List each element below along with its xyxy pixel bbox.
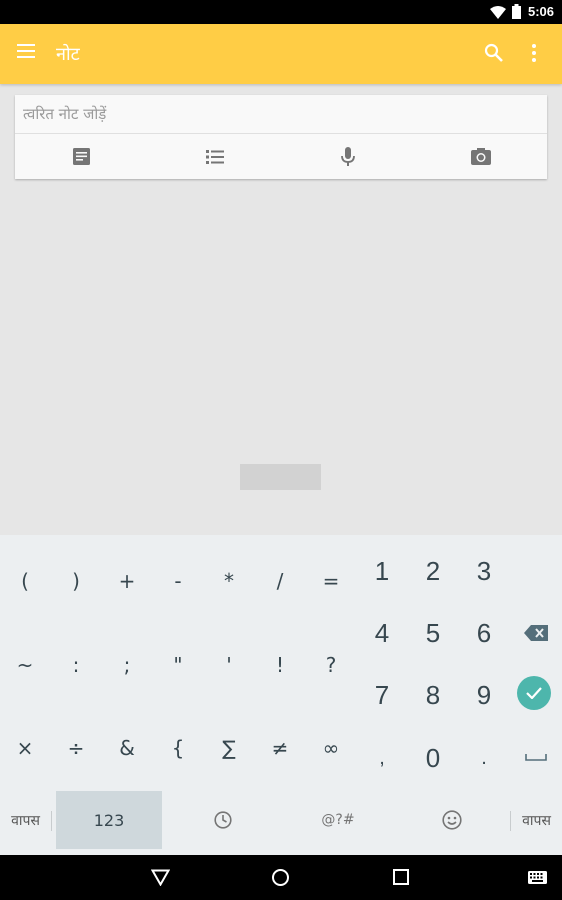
key-asterisk[interactable]: * bbox=[204, 561, 254, 601]
separator bbox=[51, 811, 52, 831]
key-tilde[interactable]: ~ bbox=[0, 645, 50, 685]
key-7[interactable]: 7 bbox=[357, 670, 407, 720]
key-0[interactable]: 0 bbox=[408, 733, 458, 783]
key-double-quote[interactable]: " bbox=[153, 645, 203, 685]
status-time: 5:06 bbox=[527, 4, 554, 19]
toast-placeholder bbox=[240, 464, 321, 490]
more-vert-icon[interactable] bbox=[531, 43, 537, 63]
key-infinity[interactable]: ∞ bbox=[306, 728, 356, 768]
quick-note-card bbox=[15, 95, 547, 179]
app-bar: नोट bbox=[0, 24, 562, 84]
quick-note-input[interactable] bbox=[15, 95, 547, 133]
numbers-mode-key[interactable]: 123 bbox=[56, 791, 162, 849]
space-icon bbox=[525, 754, 547, 761]
done-key[interactable] bbox=[517, 676, 551, 710]
voice-note-button[interactable] bbox=[281, 134, 414, 179]
note-actions bbox=[15, 134, 547, 179]
key-open-brace[interactable]: { bbox=[153, 728, 203, 768]
symbols-mode-key[interactable]: @?# bbox=[310, 803, 366, 837]
back-key-left[interactable]: वापस bbox=[0, 791, 51, 849]
backspace-key[interactable] bbox=[514, 615, 558, 651]
camera-icon bbox=[470, 148, 491, 165]
search-icon[interactable] bbox=[484, 43, 504, 63]
key-slash[interactable]: / bbox=[255, 561, 305, 601]
key-plus[interactable]: + bbox=[102, 561, 152, 601]
key-period[interactable]: . bbox=[459, 733, 509, 783]
check-icon bbox=[526, 687, 542, 699]
clock-icon bbox=[214, 811, 232, 829]
back-key-right[interactable]: वापस bbox=[511, 791, 562, 849]
page-title: नोट bbox=[56, 44, 80, 64]
key-open-paren[interactable]: ( bbox=[0, 561, 50, 601]
note-icon bbox=[73, 148, 90, 165]
key-semicolon[interactable]: ; bbox=[102, 645, 152, 685]
key-question[interactable]: ? bbox=[306, 645, 356, 685]
key-6[interactable]: 6 bbox=[459, 608, 509, 658]
new-text-note-button[interactable] bbox=[15, 134, 148, 179]
key-3[interactable]: 3 bbox=[459, 546, 509, 596]
backspace-icon bbox=[524, 625, 548, 641]
key-summation[interactable]: ∑ bbox=[204, 728, 254, 768]
key-equals[interactable]: = bbox=[306, 561, 356, 601]
key-ampersand[interactable]: & bbox=[102, 728, 152, 768]
new-list-button[interactable] bbox=[148, 134, 281, 179]
key-8[interactable]: 8 bbox=[408, 670, 458, 720]
keyboard-switch-icon[interactable] bbox=[528, 871, 547, 884]
key-2[interactable]: 2 bbox=[408, 546, 458, 596]
key-1[interactable]: 1 bbox=[357, 546, 407, 596]
key-4[interactable]: 4 bbox=[357, 608, 407, 658]
back-nav-icon[interactable] bbox=[151, 869, 170, 886]
photo-note-button[interactable] bbox=[414, 134, 547, 179]
space-key[interactable] bbox=[514, 743, 558, 773]
microphone-icon bbox=[340, 146, 355, 166]
key-9[interactable]: 9 bbox=[459, 670, 509, 720]
key-divide[interactable]: ÷ bbox=[51, 728, 101, 768]
key-exclamation[interactable]: ! bbox=[255, 645, 305, 685]
key-5[interactable]: 5 bbox=[408, 608, 458, 658]
battery-icon bbox=[512, 4, 521, 19]
recents-nav-icon[interactable] bbox=[393, 869, 409, 885]
menu-icon[interactable] bbox=[17, 44, 35, 58]
key-apostrophe[interactable]: ' bbox=[204, 645, 254, 685]
list-icon bbox=[205, 149, 224, 164]
home-nav-icon[interactable] bbox=[271, 868, 290, 887]
status-bar: 5:06 bbox=[0, 0, 562, 24]
key-minus[interactable]: - bbox=[153, 561, 203, 601]
emoji-icon bbox=[442, 810, 462, 830]
wifi-icon bbox=[490, 6, 506, 19]
key-close-paren[interactable]: ) bbox=[51, 561, 101, 601]
clipboard-history-key[interactable] bbox=[200, 803, 246, 837]
key-not-equal[interactable]: ≠ bbox=[255, 728, 305, 768]
navigation-bar bbox=[0, 855, 562, 900]
keyboard: ( ) + - * / = ~ : ; " ' ! ? × ÷ & { ∑ ≠ … bbox=[0, 535, 562, 855]
key-comma[interactable]: , bbox=[357, 733, 407, 783]
key-multiply[interactable]: × bbox=[0, 728, 50, 768]
emoji-key[interactable] bbox=[430, 803, 474, 837]
key-colon[interactable]: : bbox=[51, 645, 101, 685]
